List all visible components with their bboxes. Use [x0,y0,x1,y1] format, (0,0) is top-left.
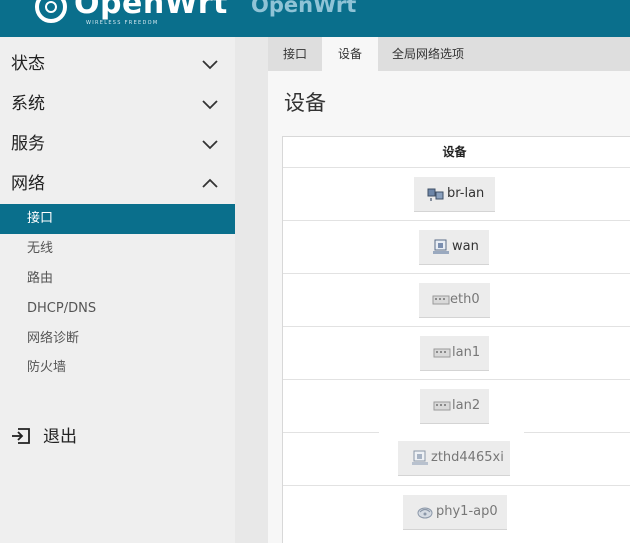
switch-icon [433,348,451,358]
chevron-down-icon [202,100,218,110]
table-row: lan1 [283,326,630,380]
switch-icon [432,295,450,305]
sidebar-item-label: DHCP/DNS [27,301,97,316]
hostname[interactable]: OpenWrt [251,0,356,19]
device-button-eth0[interactable]: eth0 [419,283,490,318]
sidebar-item-firewall[interactable]: 防火墙 [0,353,235,383]
sidebar-item-interfaces[interactable]: 接口 [0,204,235,234]
content-gutter [235,37,268,543]
device-name: wan [452,239,479,254]
chevron-down-icon [202,60,218,70]
bridge-icon [427,188,444,201]
logo-subtitle: WIRELESS FREEDOM [86,20,159,26]
device-button-br-lan[interactable]: br-lan [414,177,495,212]
chevron-up-icon [202,178,218,188]
sidebar-item-label: 系统 [11,94,45,114]
device-button-lan2[interactable]: lan2 [420,389,489,424]
sidebar-item-label: 无线 [27,241,54,256]
tab-label: 设备 [337,47,362,61]
sidebar-item-routes[interactable]: 路由 [0,264,235,294]
tab-label: 接口 [282,47,307,61]
openwrt-logo-icon [35,0,67,23]
openwrt-logo[interactable]: OpenWrt WIRELESS FREEDOM [34,0,227,34]
logout-button[interactable]: 退出 [0,421,235,451]
wifi-icon [417,507,433,519]
device-button-zthd4465xi[interactable]: zthd4465xi [398,441,510,476]
device-button-lan1[interactable]: lan1 [420,336,489,371]
header-bar: OpenWrt WIRELESS FREEDOM OpenWrt [0,0,630,37]
tab-global-options[interactable]: 全局网络选项 [378,37,478,71]
device-button-wan[interactable]: wan [419,230,489,265]
sidebar-item-system[interactable]: 系统 [0,84,235,124]
sidebar-item-label: 防火墙 [27,360,67,375]
sidebar-item-label: 网络诊断 [27,331,80,346]
ethernet-port-icon [412,450,428,465]
page-title: 设备 [284,91,326,115]
sidebar-item-label: 接口 [27,211,54,226]
column-header-device: 设备 [442,145,467,159]
device-name: lan2 [452,398,481,413]
tab-bar: 接口 设备 全局网络选项 [268,37,630,71]
sidebar-item-label: 网络 [11,174,45,194]
table-header: 设备 [283,137,626,167]
table-row: lan2 [283,379,630,433]
sidebar-item-label: 服务 [11,134,45,154]
sidebar-item-dhcp-dns[interactable]: DHCP/DNS [0,294,235,324]
chevron-down-icon [202,140,218,150]
sidebar-item-wireless[interactable]: 无线 [0,234,235,264]
tab-label: 全局网络选项 [391,47,464,61]
table-row: eth0 [283,273,630,327]
highlighted-device-cell: zthd4465xi [380,431,523,483]
device-name: phy1-ap0 [436,504,498,519]
sidebar-item-diagnostics[interactable]: 网络诊断 [0,324,235,354]
device-name: eth0 [450,292,480,307]
table-row: phy1-ap0 [283,485,630,539]
tab-devices[interactable]: 设备 [322,37,378,71]
tab-interfaces[interactable]: 接口 [268,37,322,71]
sidebar-item-services[interactable]: 服务 [0,124,235,164]
switch-icon [433,401,451,411]
device-button-phy1-ap0[interactable]: phy1-ap0 [403,495,507,530]
table-row: wan [283,220,630,274]
sidebar-item-status[interactable]: 状态 [0,44,235,84]
device-name: zthd4465xi [431,450,504,465]
luci-page: OpenWrt WIRELESS FREEDOM OpenWrt 状态 系统 服… [0,0,630,543]
table-row: br-lan [283,167,630,221]
logout-icon [12,428,30,444]
sidebar-item-network[interactable]: 网络 [0,164,235,204]
ethernet-port-icon [433,239,449,254]
logout-label: 退出 [43,427,77,447]
sidebar: 状态 系统 服务 网络 接口 无线 路由 DHCP/DNS 网络诊断 防火墙 退… [0,37,235,543]
sidebar-item-label: 状态 [11,54,45,74]
device-name: lan1 [452,345,481,360]
sidebar-item-label: 路由 [27,271,54,286]
device-name: br-lan [447,186,485,201]
logo-text: OpenWrt [74,0,228,21]
